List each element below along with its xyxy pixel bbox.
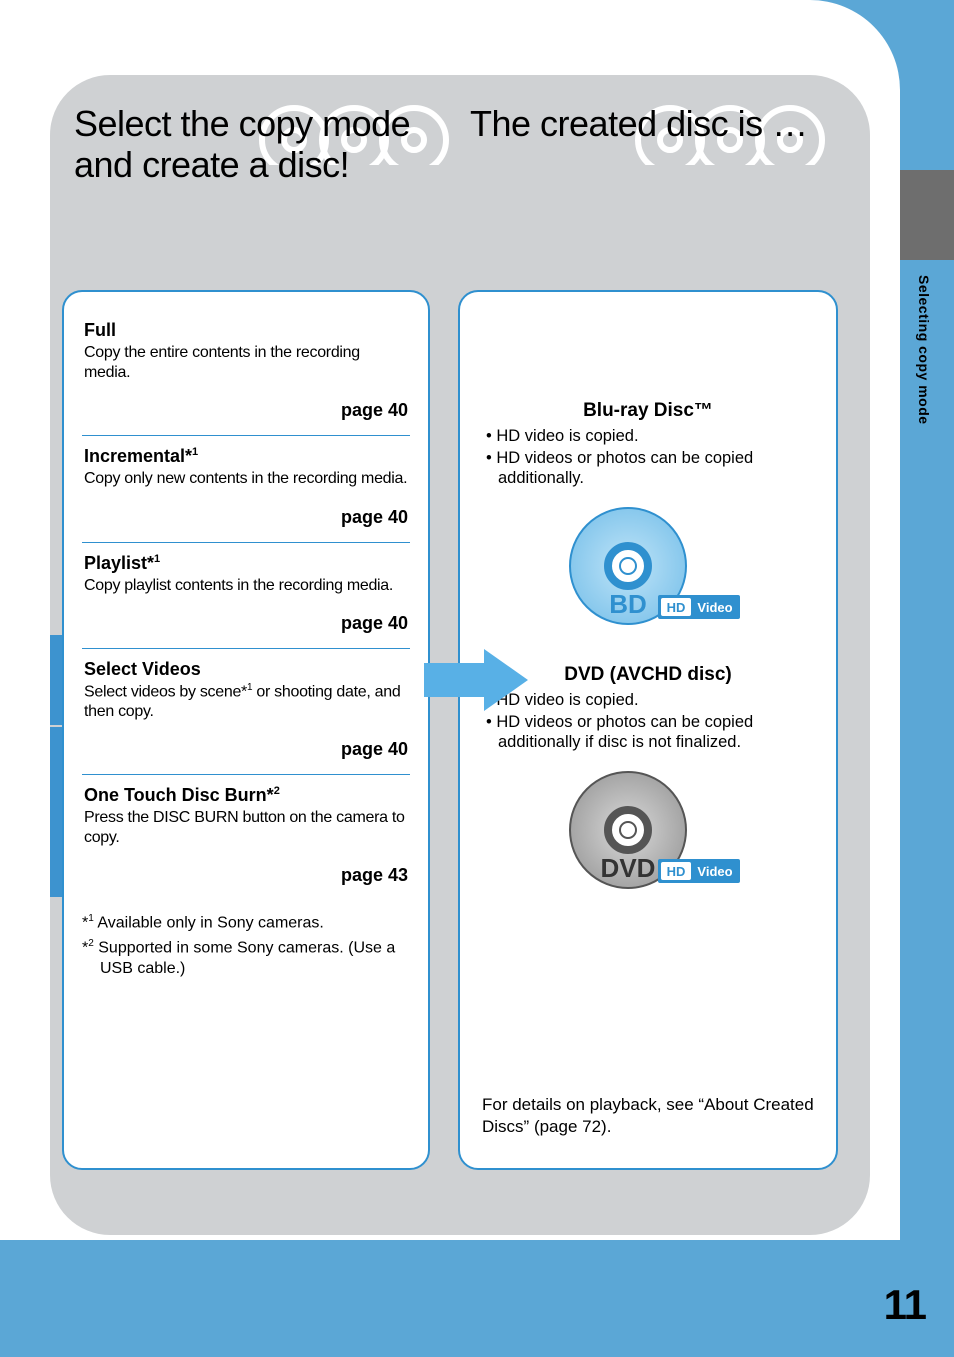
copy-mode-description: Press the DISC BURN button on the camera… — [84, 808, 408, 847]
page: Selecting copy mode 11 Select the copy m… — [0, 0, 954, 1357]
page-reference: page 40 — [84, 613, 408, 634]
disc-icon: BD HD Video — [548, 501, 748, 631]
svg-text:DVD: DVD — [601, 853, 656, 883]
svg-text:Video: Video — [697, 600, 732, 615]
copy-mode-description: Copy playlist contents in the recording … — [84, 576, 408, 596]
page-reference: page 43 — [84, 865, 408, 886]
disc-bullet: HD videos or photos can be copied additi… — [486, 712, 814, 753]
disc-graphic: DVD HD Video — [482, 765, 814, 900]
created-disc-box: Blu-ray Disc™HD video is copied.HD video… — [458, 290, 838, 1170]
copy-mode-item: FullCopy the entire contents in the reco… — [82, 320, 410, 435]
footnote: *2 Supported in some Sony cameras. (Use … — [82, 937, 410, 980]
playback-note: For details on playback, see “About Crea… — [482, 1094, 814, 1138]
svg-text:HD: HD — [667, 600, 686, 615]
svg-text:Video: Video — [697, 864, 732, 879]
svg-text:BD: BD — [609, 589, 647, 619]
disc-bullet: HD video is copied. — [486, 690, 814, 711]
copy-mode-box: FullCopy the entire contents in the reco… — [62, 290, 430, 1170]
copy-mode-title: One Touch Disc Burn*2 — [84, 785, 408, 806]
page-reference: page 40 — [84, 739, 408, 760]
page-reference: page 40 — [84, 507, 408, 528]
right-heading: The created disc is … — [470, 103, 850, 144]
copy-mode-title: Select Videos — [84, 659, 408, 680]
disc-type-title: Blu-ray Disc™ — [482, 400, 814, 422]
copy-mode-item: Incremental*1Copy only new contents in t… — [82, 435, 410, 542]
copy-mode-item: Playlist*1Copy playlist contents in the … — [82, 542, 410, 649]
copy-mode-item: Select VideosSelect videos by scene*1 or… — [82, 648, 410, 774]
left-heading: Select the copy mode and create a disc! — [74, 103, 454, 186]
disc-icon: DVD HD Video — [548, 765, 748, 895]
content-panel: Select the copy mode and create a disc! … — [50, 75, 870, 1235]
disc-bullet: HD videos or photos can be copied additi… — [486, 448, 814, 489]
copy-mode-title: Incremental*1 — [84, 446, 408, 467]
left-column: Select the copy mode and create a disc! — [74, 95, 454, 248]
disc-graphic: BD HD Video — [482, 501, 814, 636]
copy-mode-item: One Touch Disc Burn*2Press the DISC BURN… — [82, 774, 410, 900]
svg-text:HD: HD — [667, 864, 686, 879]
copy-mode-description: Copy the entire contents in the recordin… — [84, 343, 408, 382]
bluray-section: Blu-ray Disc™ HD video is copied.HD video… — [482, 400, 814, 636]
page-number: 11 — [884, 1281, 926, 1329]
footnotes: *1 Available only in Sony cameras. *2 Sup… — [82, 912, 410, 979]
disc-type-title: DVD (AVCHD disc) — [482, 664, 814, 686]
page-reference: page 40 — [84, 400, 408, 421]
copy-mode-title: Playlist*1 — [84, 553, 408, 574]
disc-bullet-list: HD video is copied.HD videos or photos c… — [482, 426, 814, 489]
disc-bullet: HD video is copied. — [486, 426, 814, 447]
copy-mode-description: Copy only new contents in the recording … — [84, 469, 408, 489]
copy-mode-title: Full — [84, 320, 408, 341]
disc-bullet-list: HD video is copied.HD videos or photos c… — [482, 690, 814, 753]
section-tab — [900, 170, 954, 260]
copy-mode-description: Select videos by scene*1 or shooting dat… — [84, 682, 408, 721]
dvd-section: DVD (AVCHD disc) HD video is copied.HD vi… — [482, 664, 814, 900]
footnote: *1 Available only in Sony cameras. — [82, 912, 410, 934]
right-column: The created disc is … — [470, 95, 850, 206]
flow-arrow-icon — [424, 649, 528, 711]
side-section-label: Selecting copy mode — [912, 275, 932, 425]
